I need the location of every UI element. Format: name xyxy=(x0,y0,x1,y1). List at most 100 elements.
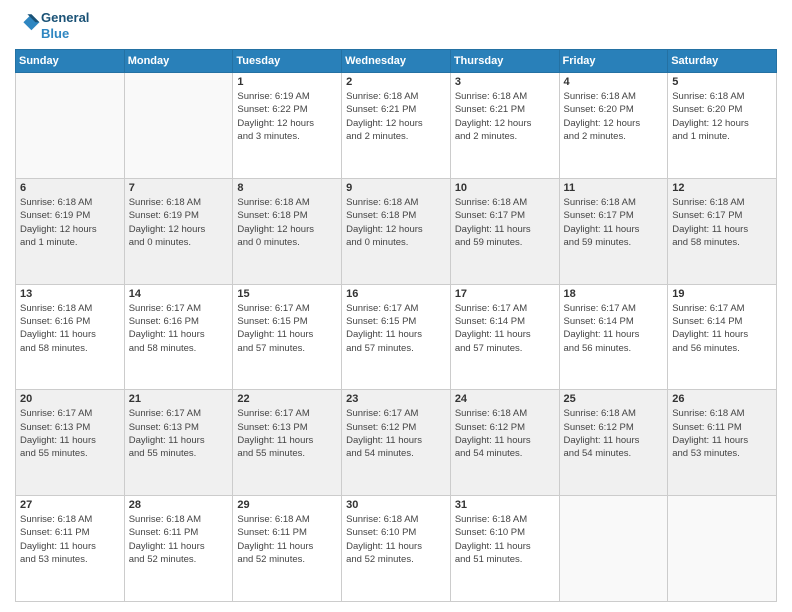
cell-info: Sunrise: 6:17 AM Sunset: 6:14 PM Dayligh… xyxy=(455,302,555,355)
weekday-header-monday: Monday xyxy=(124,50,233,73)
cell-info: Sunrise: 6:17 AM Sunset: 6:15 PM Dayligh… xyxy=(346,302,446,355)
day-number: 7 xyxy=(129,182,229,194)
calendar-table: SundayMondayTuesdayWednesdayThursdayFrid… xyxy=(15,49,777,602)
calendar-row-3: 20 Sunrise: 6:17 AM Sunset: 6:13 PM Dayli… xyxy=(16,390,777,496)
calendar-row-4: 27 Sunrise: 6:18 AM Sunset: 6:11 PM Dayli… xyxy=(16,496,777,602)
cell-info: Sunrise: 6:17 AM Sunset: 6:16 PM Dayligh… xyxy=(129,302,229,355)
cell-info: Sunrise: 6:18 AM Sunset: 6:12 PM Dayligh… xyxy=(455,407,555,460)
cell-info: Sunrise: 6:17 AM Sunset: 6:13 PM Dayligh… xyxy=(20,407,120,460)
cell-info: Sunrise: 6:18 AM Sunset: 6:21 PM Dayligh… xyxy=(346,90,446,143)
calendar-cell: 10Sunrise: 6:18 AM Sunset: 6:17 PM Dayli… xyxy=(450,178,559,284)
day-number: 13 xyxy=(20,288,120,300)
calendar-cell: 8 Sunrise: 6:18 AM Sunset: 6:18 PM Daylig… xyxy=(233,178,342,284)
day-number: 20 xyxy=(20,393,120,405)
calendar-cell xyxy=(559,496,668,602)
cell-info: Sunrise: 6:18 AM Sunset: 6:17 PM Dayligh… xyxy=(455,196,555,249)
calendar-cell: 25Sunrise: 6:18 AM Sunset: 6:12 PM Dayli… xyxy=(559,390,668,496)
day-number: 21 xyxy=(129,393,229,405)
calendar-cell: 16Sunrise: 6:17 AM Sunset: 6:15 PM Dayli… xyxy=(342,284,451,390)
logo-line1: General xyxy=(41,10,89,26)
cell-info: Sunrise: 6:18 AM Sunset: 6:17 PM Dayligh… xyxy=(564,196,664,249)
day-number: 12 xyxy=(672,182,772,194)
calendar-cell: 5 Sunrise: 6:18 AM Sunset: 6:20 PM Daylig… xyxy=(668,73,777,179)
day-number: 2 xyxy=(346,76,446,88)
day-number: 11 xyxy=(564,182,664,194)
calendar-row-1: 6Sunrise: 6:18 AM Sunset: 6:19 PM Daylig… xyxy=(16,178,777,284)
calendar-cell: 30Sunrise: 6:18 AM Sunset: 6:10 PM Dayli… xyxy=(342,496,451,602)
cell-info: Sunrise: 6:17 AM Sunset: 6:14 PM Dayligh… xyxy=(564,302,664,355)
day-number: 31 xyxy=(455,499,555,511)
calendar-cell: 31 Sunrise: 6:18 AM Sunset: 6:10 PM Dayli… xyxy=(450,496,559,602)
cell-info: Sunrise: 6:18 AM Sunset: 6:11 PM Dayligh… xyxy=(20,513,120,566)
calendar-cell: 17Sunrise: 6:17 AM Sunset: 6:14 PM Dayli… xyxy=(450,284,559,390)
calendar-cell: 11 Sunrise: 6:18 AM Sunset: 6:17 PM Dayli… xyxy=(559,178,668,284)
day-number: 8 xyxy=(237,182,337,194)
cell-info: Sunrise: 6:18 AM Sunset: 6:16 PM Dayligh… xyxy=(20,302,120,355)
cell-info: Sunrise: 6:18 AM Sunset: 6:11 PM Dayligh… xyxy=(237,513,337,566)
day-number: 15 xyxy=(237,288,337,300)
day-number: 22 xyxy=(237,393,337,405)
calendar-cell: 18 Sunrise: 6:17 AM Sunset: 6:14 PM Dayli… xyxy=(559,284,668,390)
day-number: 9 xyxy=(346,182,446,194)
calendar-cell: 24 Sunrise: 6:18 AM Sunset: 6:12 PM Dayli… xyxy=(450,390,559,496)
calendar-cell: 2 Sunrise: 6:18 AM Sunset: 6:21 PM Daylig… xyxy=(342,73,451,179)
calendar-cell: 3 Sunrise: 6:18 AM Sunset: 6:21 PM Daylig… xyxy=(450,73,559,179)
cell-info: Sunrise: 6:18 AM Sunset: 6:21 PM Dayligh… xyxy=(455,90,555,143)
calendar-cell: 28Sunrise: 6:18 AM Sunset: 6:11 PM Dayli… xyxy=(124,496,233,602)
calendar-cell: 4 Sunrise: 6:18 AM Sunset: 6:20 PM Daylig… xyxy=(559,73,668,179)
calendar-cell xyxy=(16,73,125,179)
day-number: 27 xyxy=(20,499,120,511)
logo-icon xyxy=(17,11,41,35)
calendar-cell xyxy=(668,496,777,602)
calendar-cell: 12 Sunrise: 6:18 AM Sunset: 6:17 PM Dayli… xyxy=(668,178,777,284)
calendar-cell: 7 Sunrise: 6:18 AM Sunset: 6:19 PM Daylig… xyxy=(124,178,233,284)
day-number: 14 xyxy=(129,288,229,300)
day-number: 29 xyxy=(237,499,337,511)
cell-info: Sunrise: 6:18 AM Sunset: 6:12 PM Dayligh… xyxy=(564,407,664,460)
calendar-cell: 1Sunrise: 6:19 AM Sunset: 6:22 PM Daylig… xyxy=(233,73,342,179)
calendar-cell: 19 Sunrise: 6:17 AM Sunset: 6:14 PM Dayli… xyxy=(668,284,777,390)
day-number: 3 xyxy=(455,76,555,88)
calendar-cell: 21 Sunrise: 6:17 AM Sunset: 6:13 PM Dayli… xyxy=(124,390,233,496)
calendar-cell: 6Sunrise: 6:18 AM Sunset: 6:19 PM Daylig… xyxy=(16,178,125,284)
weekday-header-saturday: Saturday xyxy=(668,50,777,73)
calendar-cell: 9 Sunrise: 6:18 AM Sunset: 6:18 PM Daylig… xyxy=(342,178,451,284)
calendar-cell: 20 Sunrise: 6:17 AM Sunset: 6:13 PM Dayli… xyxy=(16,390,125,496)
calendar-row-2: 13 Sunrise: 6:18 AM Sunset: 6:16 PM Dayli… xyxy=(16,284,777,390)
weekday-header-tuesday: Tuesday xyxy=(233,50,342,73)
calendar-row-0: 1Sunrise: 6:19 AM Sunset: 6:22 PM Daylig… xyxy=(16,73,777,179)
cell-info: Sunrise: 6:17 AM Sunset: 6:15 PM Dayligh… xyxy=(237,302,337,355)
weekday-header-friday: Friday xyxy=(559,50,668,73)
day-number: 4 xyxy=(564,76,664,88)
cell-info: Sunrise: 6:17 AM Sunset: 6:14 PM Dayligh… xyxy=(672,302,772,355)
weekday-header-thursday: Thursday xyxy=(450,50,559,73)
weekday-header-sunday: Sunday xyxy=(16,50,125,73)
calendar-cell: 13 Sunrise: 6:18 AM Sunset: 6:16 PM Dayli… xyxy=(16,284,125,390)
cell-info: Sunrise: 6:18 AM Sunset: 6:18 PM Dayligh… xyxy=(237,196,337,249)
calendar-cell: 26Sunrise: 6:18 AM Sunset: 6:11 PM Dayli… xyxy=(668,390,777,496)
cell-info: Sunrise: 6:17 AM Sunset: 6:13 PM Dayligh… xyxy=(129,407,229,460)
cell-info: Sunrise: 6:17 AM Sunset: 6:12 PM Dayligh… xyxy=(346,407,446,460)
calendar-cell: 29 Sunrise: 6:18 AM Sunset: 6:11 PM Dayli… xyxy=(233,496,342,602)
cell-info: Sunrise: 6:18 AM Sunset: 6:17 PM Dayligh… xyxy=(672,196,772,249)
logo-line2: Blue xyxy=(41,26,89,42)
cell-info: Sunrise: 6:18 AM Sunset: 6:11 PM Dayligh… xyxy=(672,407,772,460)
cell-info: Sunrise: 6:18 AM Sunset: 6:11 PM Dayligh… xyxy=(129,513,229,566)
cell-info: Sunrise: 6:18 AM Sunset: 6:10 PM Dayligh… xyxy=(455,513,555,566)
weekday-header-wednesday: Wednesday xyxy=(342,50,451,73)
day-number: 1 xyxy=(237,76,337,88)
calendar-cell: 27 Sunrise: 6:18 AM Sunset: 6:11 PM Dayli… xyxy=(16,496,125,602)
calendar-cell: 15 Sunrise: 6:17 AM Sunset: 6:15 PM Dayli… xyxy=(233,284,342,390)
cell-info: Sunrise: 6:18 AM Sunset: 6:19 PM Dayligh… xyxy=(129,196,229,249)
day-number: 19 xyxy=(672,288,772,300)
day-number: 5 xyxy=(672,76,772,88)
day-number: 18 xyxy=(564,288,664,300)
cell-info: Sunrise: 6:18 AM Sunset: 6:20 PM Dayligh… xyxy=(672,90,772,143)
weekday-header-row: SundayMondayTuesdayWednesdayThursdayFrid… xyxy=(16,50,777,73)
page: General Blue SundayMondayTuesdayWednesda… xyxy=(0,0,792,612)
calendar-cell xyxy=(124,73,233,179)
cell-info: Sunrise: 6:18 AM Sunset: 6:18 PM Dayligh… xyxy=(346,196,446,249)
cell-info: Sunrise: 6:18 AM Sunset: 6:20 PM Dayligh… xyxy=(564,90,664,143)
calendar-cell: 22Sunrise: 6:17 AM Sunset: 6:13 PM Dayli… xyxy=(233,390,342,496)
day-number: 24 xyxy=(455,393,555,405)
